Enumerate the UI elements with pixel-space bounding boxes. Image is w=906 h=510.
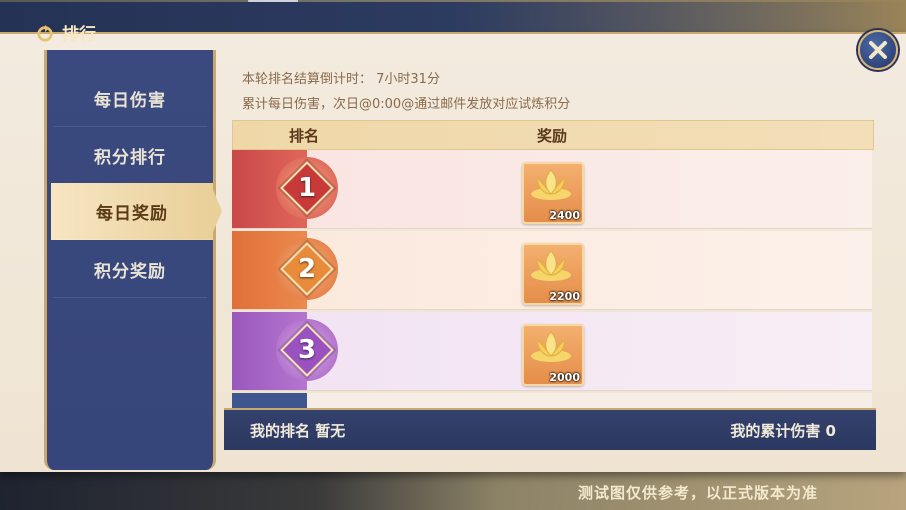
sidebar-item-daily-damage[interactable]: 每日伤害 — [53, 70, 207, 127]
rank-number: 2 — [297, 254, 317, 284]
sidebar-item-daily-reward[interactable]: 每日奖励 — [51, 183, 213, 240]
active-tab-arrow — [210, 183, 222, 239]
reward-rule-note: 累计每日伤害，次日@0:00@通过邮件发放对应试炼积分 — [242, 97, 571, 112]
golden-lotus-icon — [531, 250, 571, 281]
sidebar-item-points-ranking[interactable]: 积分排行 — [53, 127, 207, 184]
table-header: 排名 奖励 — [232, 120, 874, 150]
golden-lotus-icon — [531, 331, 571, 362]
reward-count: 2200 — [549, 290, 580, 303]
my-stats-bar: 我的排名 暂无 我的累计伤害 0 — [224, 408, 876, 450]
disclaimer-text: 测试图仅供参考，以正式版本为准 — [577, 484, 818, 502]
page-title: 排行 — [62, 25, 96, 45]
close-button[interactable] — [858, 30, 898, 70]
rank-number: 3 — [297, 335, 317, 365]
column-header-reward: 奖励 — [537, 127, 568, 145]
rank-medal: 3 — [276, 319, 338, 381]
back-arrow-icon[interactable] — [36, 24, 54, 42]
sidebar-item-label: 积分奖励 — [94, 261, 166, 282]
my-rank: 我的排名 暂无 — [250, 422, 346, 440]
rank-medal: 2 — [276, 238, 338, 300]
rank-medal: 1 — [276, 157, 338, 219]
reward-count: 2000 — [549, 371, 580, 384]
table-row: 2 2200 — [232, 231, 872, 310]
panel-header-bar — [0, 2, 906, 32]
golden-lotus-icon — [531, 169, 571, 200]
rank-number: 1 — [297, 173, 317, 203]
reward-item[interactable]: 2400 — [522, 162, 584, 224]
close-icon — [869, 41, 887, 59]
reward-item[interactable]: 2200 — [522, 243, 584, 305]
table-row: 1 2400 — [232, 150, 872, 229]
settlement-countdown: 本轮排名结算倒计时： 7小时31分 — [242, 72, 440, 87]
sidebar-item-points-reward[interactable]: 积分奖励 — [53, 241, 207, 298]
sidebar-item-label: 每日奖励 — [96, 203, 168, 224]
sidebar: 每日伤害 积分排行 每日奖励 积分奖励 — [44, 50, 216, 470]
sidebar-item-label: 每日伤害 — [94, 90, 166, 111]
column-header-rank: 排名 — [289, 127, 320, 145]
panel-title: 排行 — [36, 20, 96, 45]
reward-count: 2400 — [549, 209, 580, 222]
sidebar-item-label: 积分排行 — [94, 147, 166, 168]
reward-item[interactable]: 2000 — [522, 324, 584, 386]
my-total-damage: 我的累计伤害 0 — [730, 422, 836, 440]
table-row: 3 2000 — [232, 312, 872, 391]
